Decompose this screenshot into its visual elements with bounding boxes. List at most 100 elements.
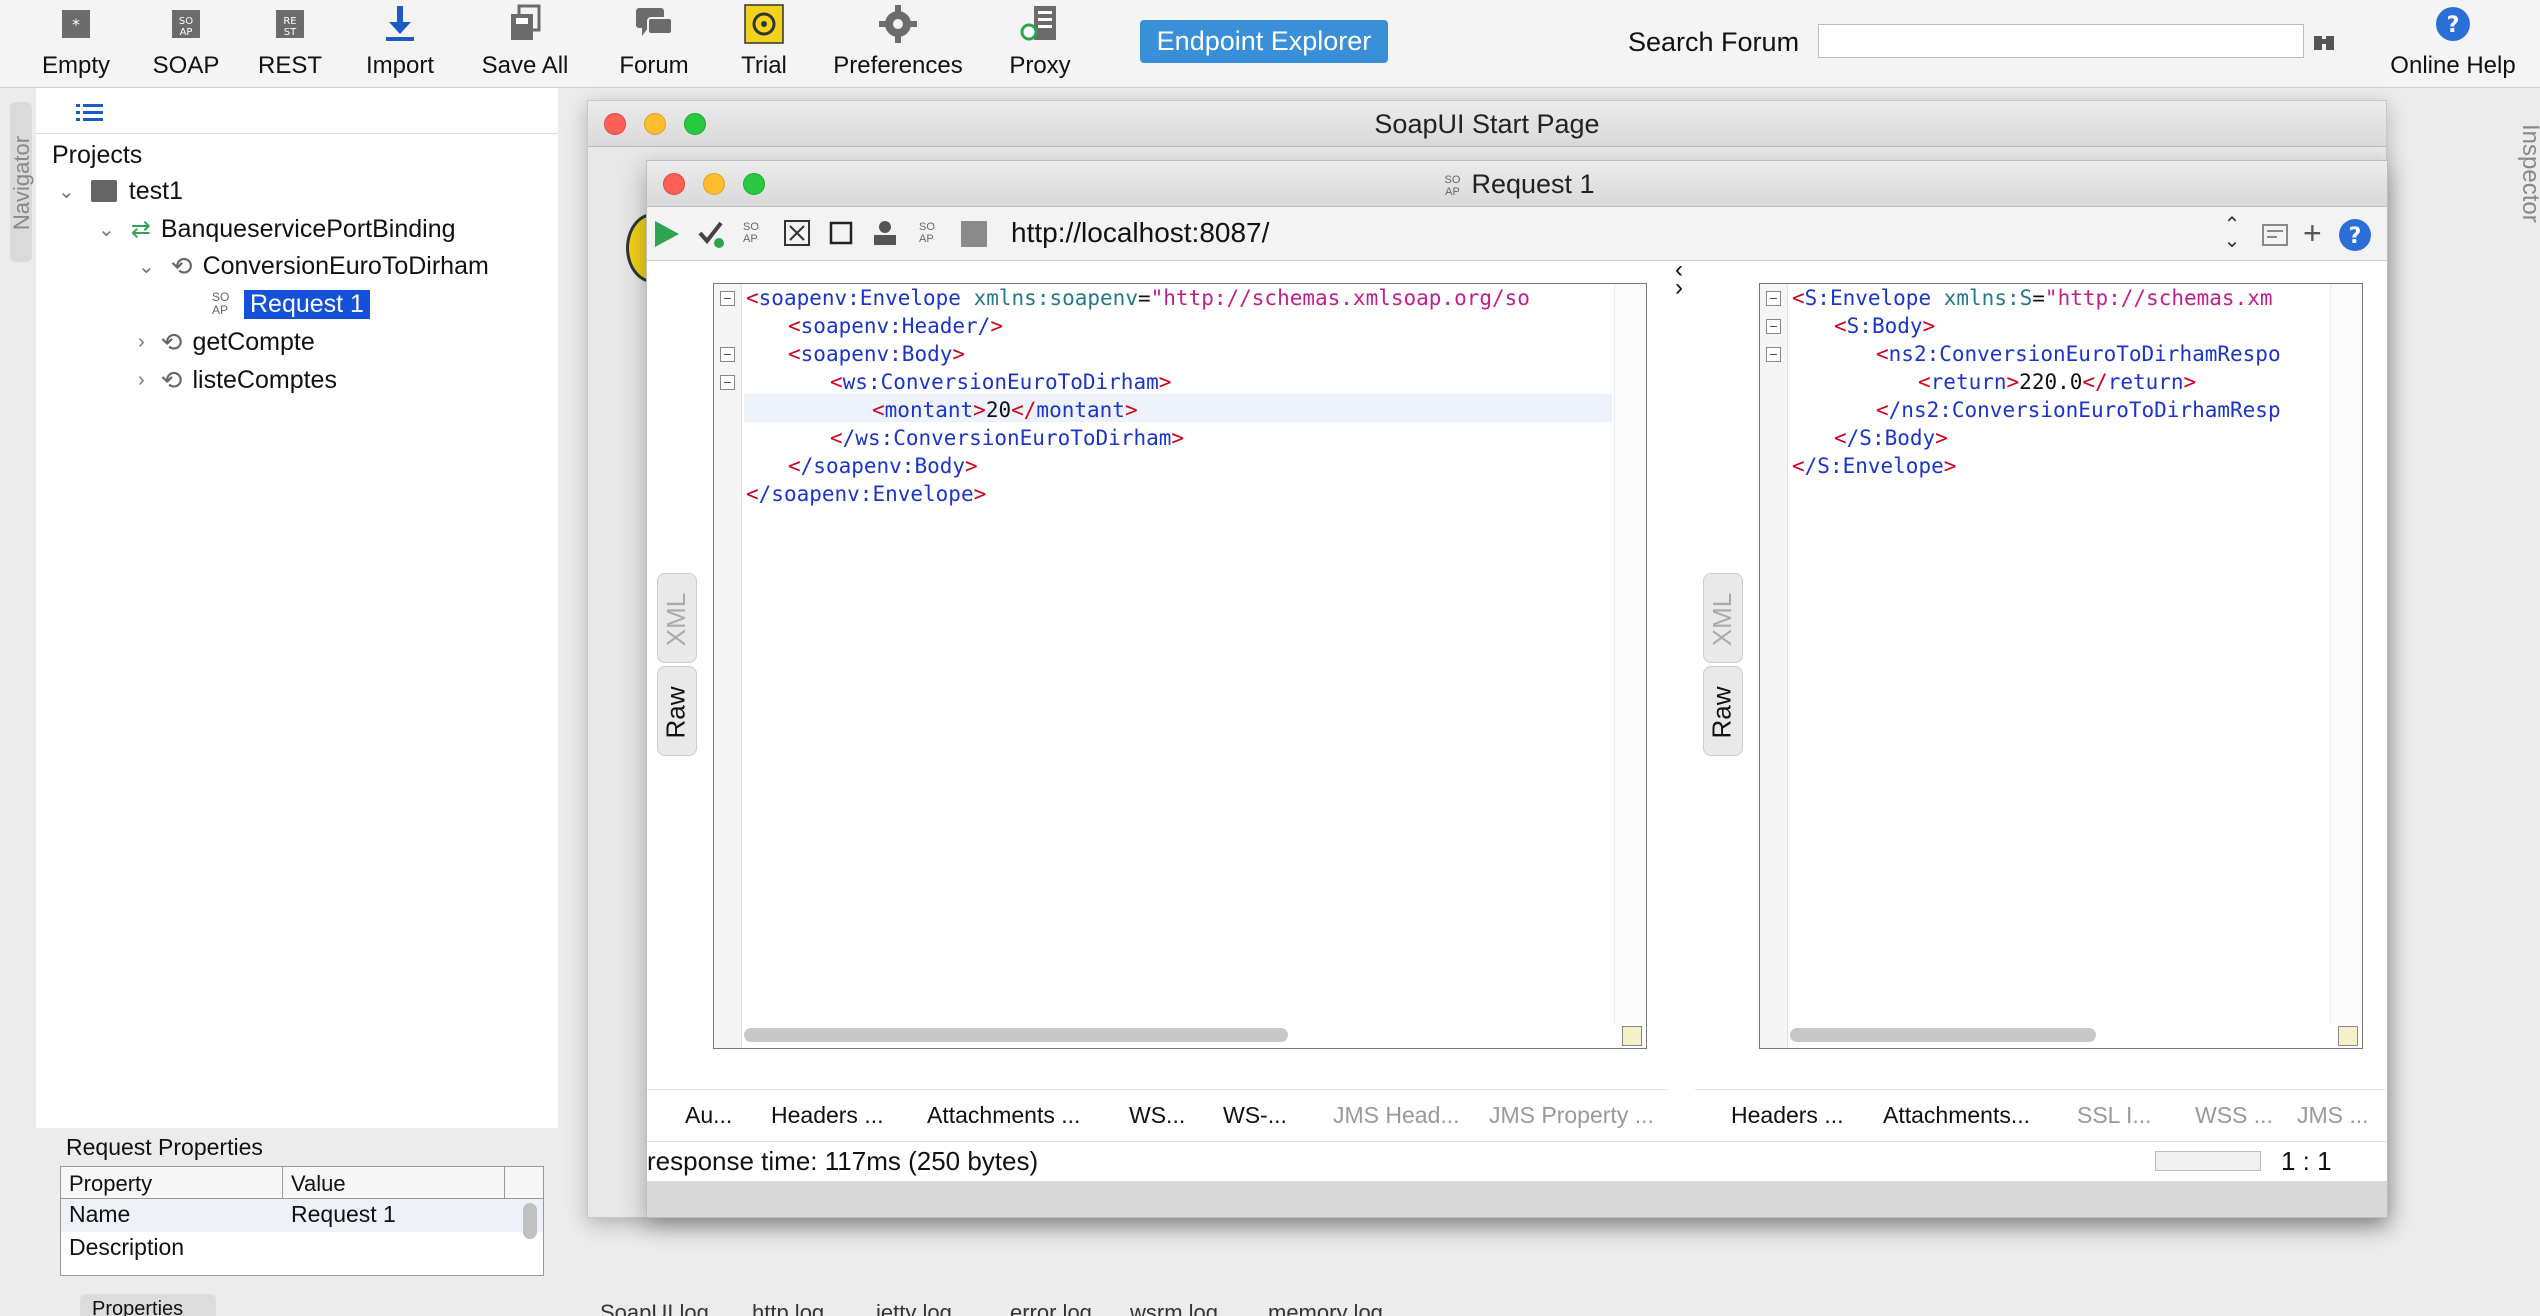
chevron-right-icon[interactable]: › (138, 331, 145, 354)
url-dropdown-icon[interactable]: ⌃ ⌄ (2217, 215, 2247, 251)
soap-version-icon[interactable]: SO AP (919, 221, 943, 245)
split-icon[interactable] (829, 221, 853, 250)
vertical-scrollbar-track[interactable] (2330, 284, 2362, 1024)
help-icon[interactable]: ? (2337, 217, 2373, 258)
tab-wss[interactable]: WSS ... (2195, 1102, 2273, 1129)
xml-line: <soapenv:Body> (788, 342, 966, 366)
tree-item-test1[interactable]: ⌄ test1 (58, 174, 183, 208)
endpoint-explorer-button[interactable]: Endpoint Explorer (1140, 20, 1388, 63)
forum-button[interactable]: Forum (614, 0, 694, 88)
xml-tab[interactable]: XML (657, 573, 697, 663)
chevron-down-icon[interactable]: ⌄ (138, 254, 155, 279)
log-tab-error[interactable]: error log (1010, 1300, 1092, 1316)
fold-icon[interactable]: − (720, 375, 735, 390)
rest-label: REST (257, 52, 322, 79)
tree-item-label: test1 (128, 176, 183, 205)
tab-response-headers[interactable]: Headers ... (1731, 1102, 1844, 1129)
fold-icon[interactable]: − (1766, 319, 1781, 334)
proxy-button[interactable]: Proxy (1004, 0, 1076, 88)
horizontal-scrollbar[interactable] (1790, 1028, 2096, 1042)
table-row[interactable]: Description (61, 1232, 543, 1265)
add-icon[interactable]: + (2303, 215, 2322, 252)
empty-button[interactable]: * Empty (38, 0, 114, 88)
return-value: 220.0 (2019, 370, 2083, 394)
split-toggle-icon[interactable]: ‹ › (1675, 258, 1683, 300)
save-all-button[interactable]: Save All (478, 0, 572, 88)
request-titlebar: SO AP Request 1 (647, 161, 2387, 207)
inspector-tab[interactable]: Inspector (2517, 110, 2540, 260)
horizontal-scrollbar[interactable] (744, 1028, 1288, 1042)
scrollbar[interactable] (523, 1203, 537, 1239)
search-forum-input[interactable] (1818, 24, 2304, 58)
tree-view-icon[interactable] (76, 102, 104, 129)
tree-item-label: Request 1 (244, 289, 370, 319)
tree-item-getcompte[interactable]: › ⟲ getCompte (138, 325, 315, 359)
request-window: SO AP Request 1 SO AP SO AP http://localh… (646, 160, 2388, 1218)
table-row[interactable]: Name Request 1 (61, 1199, 543, 1232)
fullscreen-icon[interactable] (783, 219, 811, 252)
tab-jms-property[interactable]: JMS Property ... (1489, 1102, 1654, 1129)
search-icon[interactable] (1622, 1026, 1642, 1046)
import-button[interactable]: Import (358, 0, 442, 88)
tab-headers[interactable]: Headers ... (771, 1102, 884, 1129)
fold-icon[interactable]: − (1766, 347, 1781, 362)
log-tab-wsrm[interactable]: wsrm log (1130, 1300, 1218, 1316)
request-editor[interactable]: − − − <soapenv:Envelope xmlns:soapenv="h… (713, 283, 1647, 1049)
xml-tab[interactable]: XML (1703, 573, 1743, 663)
tree-item-listecomptes[interactable]: › ⟲ listeComptes (138, 363, 337, 397)
format-icon[interactable] (2261, 221, 2289, 252)
preferences-label: Preferences (833, 52, 963, 79)
tree-item-request[interactable]: SO AP Request 1 (212, 287, 370, 321)
search-icon[interactable] (2338, 1026, 2358, 1046)
response-editor[interactable]: − − − <S:Envelope xmlns:S="http://schema… (1759, 283, 2363, 1049)
tab-response-attachments[interactable]: Attachments... (1883, 1102, 2030, 1129)
play-icon[interactable] (653, 219, 681, 254)
navigator-tab[interactable]: Navigator (9, 102, 34, 262)
rest-button[interactable]: RE ST REST (256, 0, 324, 88)
proxy-label: Proxy (1009, 52, 1071, 79)
binoculars-icon[interactable] (2312, 30, 2336, 54)
vertical-scrollbar-track[interactable] (1614, 284, 1646, 1024)
tab-ws-rm[interactable]: WS-... (1223, 1102, 1287, 1129)
column-header-value[interactable]: Value (283, 1167, 505, 1198)
soap-icon: SO AP (1444, 173, 1461, 198)
operation-icon: ⟲ (160, 364, 183, 395)
chevron-down-icon[interactable]: ⌄ (58, 179, 75, 204)
properties-tab[interactable]: Properties (80, 1294, 216, 1316)
chevron-down-icon[interactable]: ⌄ (98, 217, 115, 242)
column-header-property[interactable]: Property (61, 1167, 283, 1198)
raw-tab[interactable]: Raw (657, 666, 697, 756)
xml-line: </ns2:ConversionEuroToDirhamResp (1876, 398, 2281, 422)
log-tab-soapui[interactable]: SoapUI log (600, 1300, 709, 1316)
tab-ssl-info[interactable]: SSL I... (2077, 1102, 2152, 1129)
tab-attachments[interactable]: Attachments ... (927, 1102, 1080, 1129)
fold-icon[interactable]: − (1766, 291, 1781, 306)
online-help-button[interactable]: ? Online Help (2386, 0, 2520, 88)
soap-tool-icon[interactable]: SO AP (743, 221, 767, 245)
raw-tab[interactable]: Raw (1703, 666, 1743, 756)
add-assertion-icon[interactable] (697, 219, 725, 254)
tab-jms-headers[interactable]: JMS Head... (1333, 1102, 1460, 1129)
log-tab-jetty[interactable]: jetty log (876, 1300, 952, 1316)
navigator-panel: Projects ⌄ test1 ⌄ ⇄ BanqueservicePortBi… (36, 88, 558, 1128)
log-tab-http[interactable]: http log (752, 1300, 824, 1316)
trial-button[interactable]: Trial (734, 0, 794, 88)
log-tab-memory[interactable]: memory log (1268, 1300, 1383, 1316)
value-cell[interactable] (283, 1232, 505, 1265)
fold-icon[interactable]: − (720, 291, 735, 306)
tab-auth[interactable]: Au... (685, 1102, 732, 1129)
soap-button[interactable]: SO AP SOAP (152, 0, 220, 88)
value-cell[interactable]: Request 1 (283, 1199, 505, 1232)
fold-icon[interactable]: − (720, 347, 735, 362)
tree-item-binding[interactable]: ⌄ ⇄ BanqueservicePortBinding (98, 212, 456, 246)
tab-ws-a[interactable]: WS... (1129, 1102, 1185, 1129)
user-icon[interactable] (871, 219, 899, 252)
endpoint-url[interactable]: http://localhost:8087/ (1011, 217, 1269, 249)
stop-icon[interactable] (961, 221, 987, 247)
tree-item-label: ConversionEuroToDirham (202, 251, 489, 280)
tab-jms[interactable]: JMS ... (2297, 1102, 2369, 1129)
preferences-button[interactable]: Preferences (832, 0, 964, 88)
request-title-text: Request 1 (1471, 169, 1595, 199)
tree-item-operation[interactable]: ⌄ ⟲ ConversionEuroToDirham (138, 249, 489, 283)
chevron-right-icon[interactable]: › (138, 369, 145, 392)
